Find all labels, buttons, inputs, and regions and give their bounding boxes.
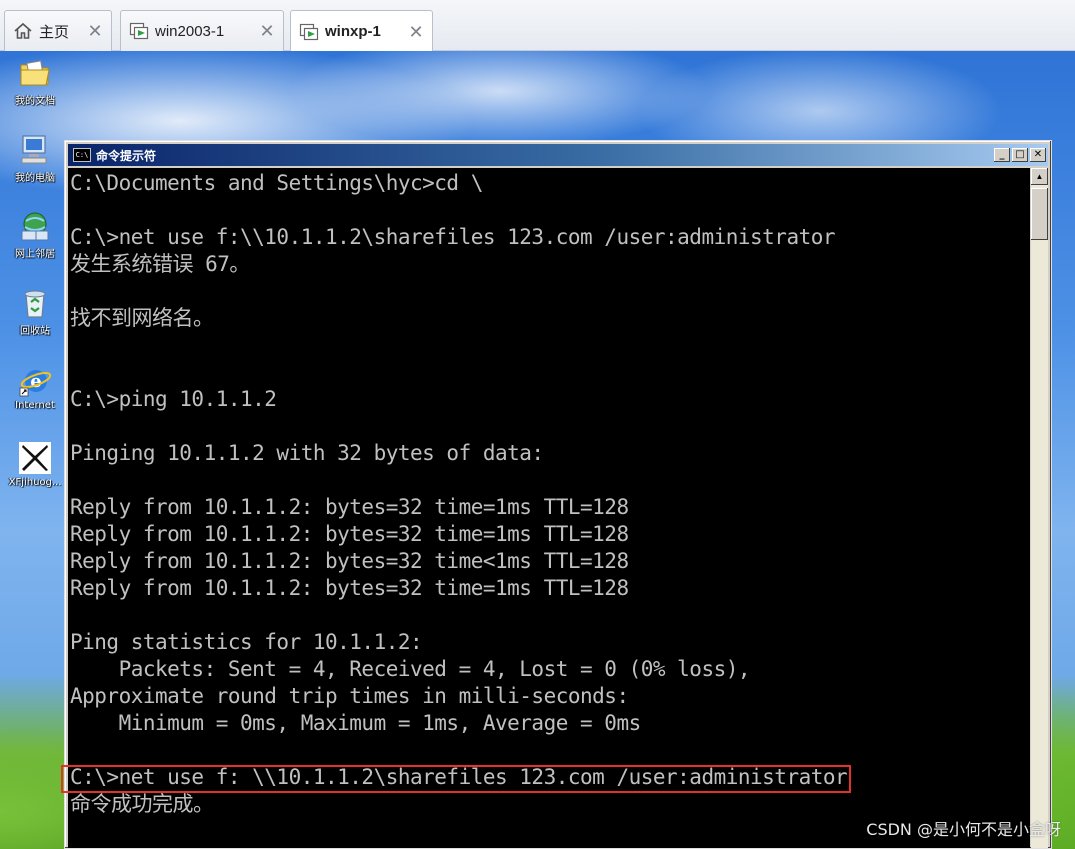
desktop-icon-network-places[interactable]: 网上邻居 — [4, 209, 66, 260]
console-line: Ping statistics for 10.1.1.2: — [70, 630, 423, 654]
desktop-icon-internet[interactable]: e Internet — [4, 364, 66, 411]
desktop-icon-label: XFjihuog... — [8, 477, 62, 488]
desktop-icon-label: 回收站 — [20, 326, 50, 337]
desktop-icon-xfjihuog[interactable]: XFjihuog... — [4, 441, 66, 488]
tab-label: win2003-1 — [155, 22, 225, 40]
console-line: 找不到网络名。 — [70, 306, 214, 330]
vm-icon — [299, 23, 319, 40]
network-places-icon — [21, 212, 49, 241]
vm-tab-bar: 主页 ✕ win2003-1 ✕ winxp-1 ✕ — [0, 0, 1075, 52]
close-icon[interactable]: ✕ — [408, 23, 424, 41]
my-computer-icon — [21, 135, 47, 164]
watermark: CSDN @是小何不是小盒呀 — [866, 820, 1061, 839]
desktop-icon-my-computer[interactable]: 我的电脑 — [4, 133, 66, 184]
folder-documents-icon — [20, 60, 50, 86]
console-line: C:\Documents and Settings\hyc>cd \ — [70, 171, 483, 195]
desktop-icon-label: 我的文档 — [15, 96, 55, 107]
console-line: Reply from 10.1.1.2: bytes=32 time<1ms T… — [70, 549, 629, 573]
command-prompt-window[interactable]: C:\ 命令提示符 _ □ ✕ C:\Documents and Setting… — [64, 140, 1052, 849]
highlight-annotation — [61, 765, 851, 793]
console-text: C:\Documents and Settings\hyc>cd \ C:\>ne… — [68, 168, 1030, 818]
tab-home[interactable]: 主页 ✕ — [4, 10, 112, 51]
screen: 主页 ✕ win2003-1 ✕ winxp-1 ✕ 我的文档 我的电脑 网上邻… — [0, 0, 1075, 849]
desktop-icon-recycle-bin[interactable]: 回收站 — [4, 286, 66, 337]
console-line: Reply from 10.1.1.2: bytes=32 time=1ms T… — [70, 576, 629, 600]
maximize-button[interactable]: □ — [1012, 148, 1028, 162]
console-line: Reply from 10.1.1.2: bytes=32 time=1ms T… — [70, 495, 629, 519]
vm-icon — [129, 22, 149, 40]
minimize-button[interactable]: _ — [994, 148, 1010, 162]
console-line: C:\>net use f:\\10.1.1.2\sharefiles 123.… — [70, 225, 836, 249]
scroll-up-button[interactable]: ▲ — [1031, 168, 1048, 185]
console-line: Pinging 10.1.1.2 with 32 bytes of data: — [70, 441, 544, 465]
close-icon[interactable]: ✕ — [259, 22, 275, 40]
internet-explorer-icon: e — [19, 370, 52, 397]
close-button[interactable]: ✕ — [1030, 148, 1046, 162]
tab-win2003-1[interactable]: win2003-1 ✕ — [120, 10, 284, 51]
close-icon[interactable]: ✕ — [87, 22, 103, 40]
window-title: 命令提示符 — [96, 148, 157, 163]
tab-label: winxp-1 — [325, 23, 381, 40]
home-icon — [14, 22, 32, 39]
desktop-icon-label: 网上邻居 — [15, 249, 55, 260]
console-line: 发生系统错误 67。 — [70, 252, 250, 276]
desktop-icon-my-documents[interactable]: 我的文档 — [4, 56, 66, 107]
console-line: Reply from 10.1.1.2: bytes=32 time=1ms T… — [70, 522, 629, 546]
tab-winxp-1[interactable]: winxp-1 ✕ — [290, 10, 433, 52]
desktop-icon-label: 我的电脑 — [15, 173, 55, 184]
console-app-icon: C:\ — [73, 148, 91, 162]
vertical-scrollbar[interactable]: ▲ — [1031, 168, 1048, 848]
recycle-bin-icon — [24, 290, 46, 318]
scroll-thumb[interactable] — [1031, 188, 1048, 240]
console-line: Approximate round trip times in milli-se… — [70, 684, 629, 708]
console-line: C:\>ping 10.1.1.2 — [70, 387, 277, 411]
window-titlebar[interactable]: C:\ 命令提示符 _ □ ✕ — [68, 144, 1048, 166]
desktop-icon-label: Internet — [15, 400, 55, 411]
console-line: Packets: Sent = 4, Received = 4, Lost = … — [70, 657, 751, 681]
console-output[interactable]: C:\Documents and Settings\hyc>cd \ C:\>ne… — [68, 168, 1030, 848]
console-line: 命令成功完成。 — [70, 792, 214, 816]
tab-label: 主页 — [39, 23, 70, 41]
console-line: Minimum = 0ms, Maximum = 1ms, Average = … — [70, 711, 642, 735]
app-x-icon — [19, 442, 51, 474]
